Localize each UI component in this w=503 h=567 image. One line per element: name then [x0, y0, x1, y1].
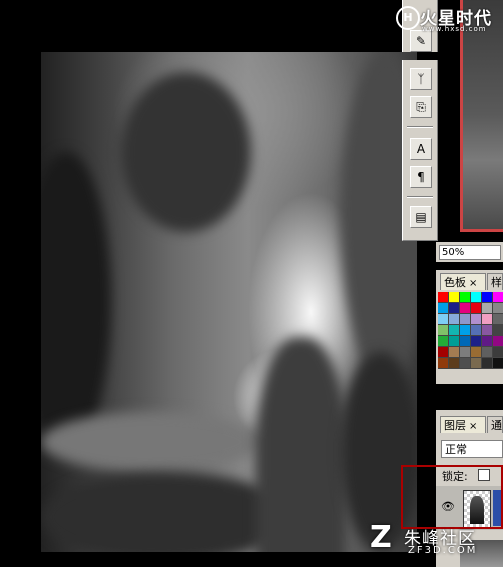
color-swatch[interactable]: [482, 325, 493, 336]
tab-styles-label: 样: [491, 276, 502, 289]
history-brush-icon[interactable]: ⎘: [410, 96, 432, 118]
hxsd-logo-icon: H: [396, 6, 420, 30]
color-swatch[interactable]: [493, 336, 503, 347]
color-swatch[interactable]: [449, 314, 460, 325]
color-swatch[interactable]: [460, 303, 471, 314]
text-glyph: A: [416, 142, 426, 156]
color-swatch[interactable]: [438, 358, 449, 369]
tab-layers-label: 图层: [444, 419, 466, 432]
tab-channels[interactable]: 通: [487, 416, 503, 433]
annotation-highlight-box: [401, 465, 503, 529]
canvas-dark-rock-top: [121, 72, 251, 232]
color-swatch[interactable]: [460, 347, 471, 358]
color-swatch[interactable]: [449, 336, 460, 347]
tab-styles[interactable]: 样: [487, 273, 503, 290]
toolbox-divider: [407, 196, 433, 198]
color-swatch[interactable]: [449, 325, 460, 336]
color-swatch[interactable]: [449, 358, 460, 369]
color-swatch[interactable]: [449, 292, 460, 303]
layer-comps-icon[interactable]: ▤: [410, 206, 432, 228]
blend-mode-select[interactable]: 正常: [441, 440, 503, 458]
color-swatch[interactable]: [471, 314, 482, 325]
toolbox-panel: ᛉ ⎘ A ¶ ▤: [402, 60, 438, 241]
canvas-ground: [41, 472, 291, 552]
swatch-grid: [438, 292, 503, 380]
color-swatch[interactable]: [460, 325, 471, 336]
paragraph-icon[interactable]: ¶: [410, 166, 432, 188]
paragraph-glyph: ¶: [417, 170, 425, 184]
brush-icon[interactable]: ᛉ: [410, 68, 432, 90]
brush-glyph: ᛉ: [417, 72, 425, 86]
layer-comps-glyph: ▤: [415, 210, 427, 224]
color-swatch[interactable]: [438, 292, 449, 303]
text-icon[interactable]: A: [410, 138, 432, 160]
color-swatch[interactable]: [493, 358, 503, 369]
toolbox-divider: [407, 126, 433, 128]
canvas-dark-rock-left: [41, 152, 111, 452]
color-swatch[interactable]: [438, 303, 449, 314]
color-swatch[interactable]: [493, 303, 503, 314]
color-swatch[interactable]: [482, 347, 493, 358]
zoom-input[interactable]: 50%: [439, 245, 501, 260]
color-swatch[interactable]: [482, 336, 493, 347]
color-swatch[interactable]: [471, 358, 482, 369]
close-icon[interactable]: ×: [469, 278, 477, 289]
color-swatch[interactable]: [482, 303, 493, 314]
color-swatch[interactable]: [449, 347, 460, 358]
color-swatch[interactable]: [471, 336, 482, 347]
color-swatch[interactable]: [460, 292, 471, 303]
color-swatch[interactable]: [460, 358, 471, 369]
tab-channels-label: 通: [491, 419, 502, 432]
color-swatch[interactable]: [482, 358, 493, 369]
color-swatch[interactable]: [471, 292, 482, 303]
tab-layers[interactable]: 图层 ×: [440, 416, 486, 433]
color-swatch[interactable]: [471, 325, 482, 336]
tab-swatches[interactable]: 色板 ×: [440, 273, 486, 290]
color-swatch[interactable]: [471, 347, 482, 358]
tab-swatches-label: 色板: [444, 276, 466, 289]
watermark-top-url: www.hxsd.com: [422, 25, 487, 33]
color-swatch[interactable]: [493, 292, 503, 303]
color-swatch[interactable]: [493, 347, 503, 358]
watermark-bottom-url: ZF3D.COM: [408, 545, 478, 556]
color-swatch[interactable]: [449, 303, 460, 314]
document-canvas[interactable]: [41, 52, 417, 552]
color-swatch[interactable]: [460, 336, 471, 347]
canvas-figure: [256, 337, 346, 552]
history-brush-glyph: ⎘: [416, 99, 426, 114]
zf3d-logo-icon: Z: [370, 520, 392, 555]
color-swatch[interactable]: [460, 314, 471, 325]
color-swatch[interactable]: [482, 292, 493, 303]
canvas-cloud-left: [41, 412, 261, 472]
color-swatch[interactable]: [482, 314, 493, 325]
color-swatch[interactable]: [438, 336, 449, 347]
color-swatch[interactable]: [438, 325, 449, 336]
close-icon[interactable]: ×: [469, 421, 477, 432]
color-swatch[interactable]: [471, 303, 482, 314]
color-swatch[interactable]: [438, 314, 449, 325]
color-swatch[interactable]: [493, 325, 503, 336]
color-swatch[interactable]: [493, 314, 503, 325]
color-swatch[interactable]: [438, 347, 449, 358]
